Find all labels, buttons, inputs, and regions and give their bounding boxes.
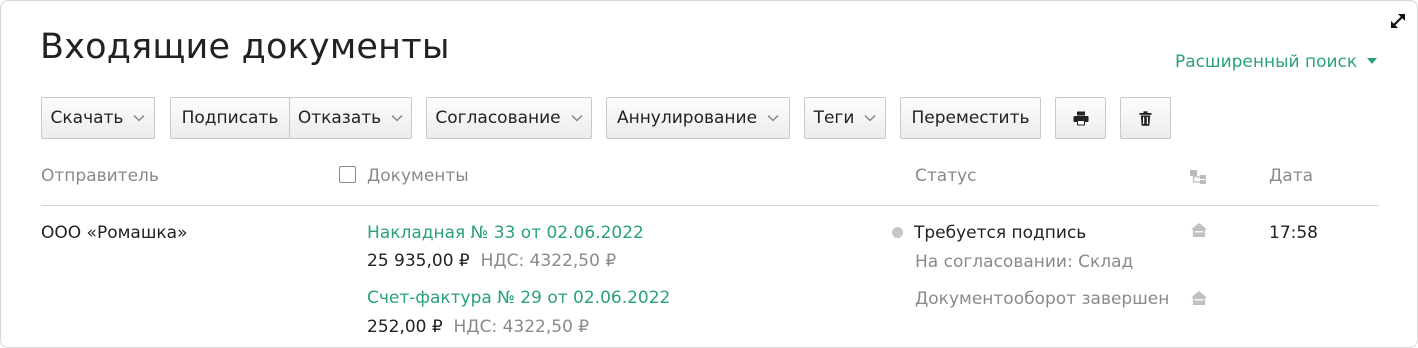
delete-button[interactable] bbox=[1120, 97, 1171, 139]
print-button[interactable] bbox=[1055, 97, 1106, 139]
document-time: 17:58 bbox=[1269, 223, 1318, 243]
page-title: Входящие документы bbox=[40, 27, 450, 67]
status-workflow-complete: Документооборот завершен bbox=[915, 289, 1170, 309]
sender-name: ООО «Ромашка» bbox=[41, 223, 188, 243]
annulment-button-label: Аннулирование bbox=[616, 108, 758, 128]
org-structure-icon bbox=[1190, 170, 1206, 184]
chevron-down-icon bbox=[571, 114, 583, 122]
move-button-label: Переместить bbox=[911, 108, 1030, 128]
date-column-header[interactable]: Дата bbox=[1269, 166, 1313, 186]
sign-button[interactable]: Подписать bbox=[170, 97, 290, 139]
document-amount: 252,00 ₽ bbox=[367, 317, 443, 337]
trash-icon bbox=[1139, 110, 1152, 126]
chevron-down-icon bbox=[133, 114, 145, 122]
document-vat: НДС: 4322,50 ₽ bbox=[453, 317, 590, 337]
advanced-search-link[interactable]: Расширенный поиск bbox=[1175, 52, 1378, 72]
chevron-down-icon bbox=[391, 114, 403, 122]
chevron-down-icon bbox=[864, 114, 876, 122]
approval-button-label: Согласование bbox=[435, 108, 561, 128]
document-vat: НДС: 4322,50 ₽ bbox=[480, 251, 617, 271]
expand-icon[interactable] bbox=[1387, 10, 1409, 32]
reject-button-label: Отказать bbox=[297, 108, 382, 128]
tags-button-label: Теги bbox=[813, 108, 855, 128]
approval-button[interactable]: Согласование bbox=[426, 97, 592, 139]
document-amount: 25 935,00 ₽ bbox=[367, 251, 470, 271]
home-icon bbox=[1190, 223, 1208, 237]
chevron-down-icon bbox=[767, 114, 779, 122]
sign-button-label: Подписать bbox=[181, 108, 279, 128]
status-main: Требуется подпись bbox=[914, 223, 1087, 243]
home-icon bbox=[1190, 291, 1208, 305]
caret-down-icon bbox=[1367, 58, 1378, 64]
documents-column-header[interactable]: Документы bbox=[367, 166, 469, 186]
status-column-header[interactable]: Статус bbox=[915, 166, 977, 186]
annulment-button[interactable]: Аннулирование bbox=[606, 97, 790, 139]
select-all-checkbox[interactable] bbox=[339, 166, 356, 183]
move-button[interactable]: Переместить bbox=[900, 97, 1041, 139]
document-amount-row: 25 935,00 ₽ НДС: 4322,50 ₽ bbox=[367, 251, 616, 271]
status-indicator-dot bbox=[892, 227, 903, 238]
document-link[interactable]: Счет-фактура № 29 от 02.06.2022 bbox=[367, 288, 670, 308]
download-button[interactable]: Скачать bbox=[41, 97, 155, 139]
incoming-documents-panel: Входящие документы Расширенный поиск Ска… bbox=[0, 0, 1418, 348]
reject-button[interactable]: Отказать bbox=[289, 97, 412, 139]
tags-button[interactable]: Теги bbox=[804, 97, 886, 139]
status-approval: На согласовании: Склад bbox=[915, 252, 1134, 272]
download-button-label: Скачать bbox=[50, 108, 124, 128]
header-divider bbox=[41, 205, 1379, 206]
document-link[interactable]: Накладная № 33 от 02.06.2022 bbox=[367, 223, 644, 243]
document-amount-row: 252,00 ₽ НДС: 4322,50 ₽ bbox=[367, 317, 589, 337]
advanced-search-label: Расширенный поиск bbox=[1175, 52, 1358, 72]
sender-column-header[interactable]: Отправитель bbox=[41, 166, 159, 186]
printer-icon bbox=[1073, 111, 1088, 125]
